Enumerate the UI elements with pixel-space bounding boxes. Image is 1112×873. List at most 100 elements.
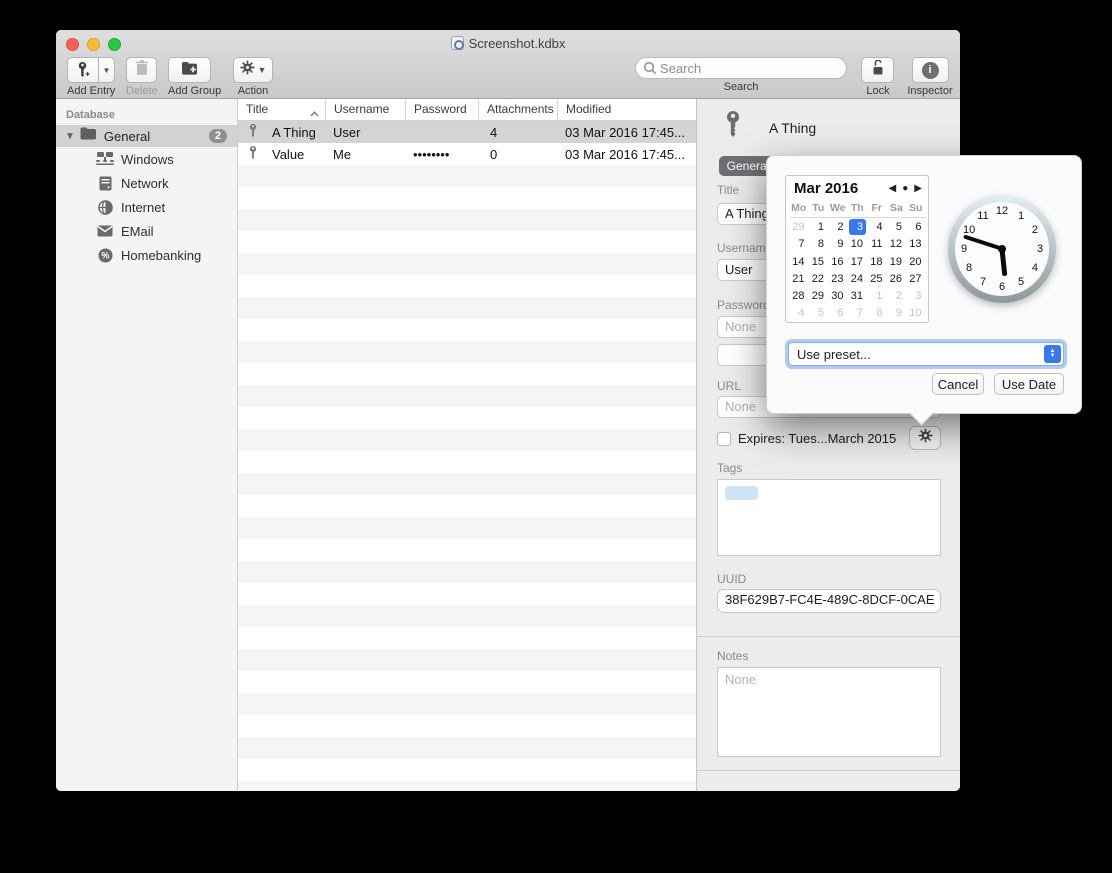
calendar-day[interactable]: 10 xyxy=(848,237,868,254)
clock-number: 8 xyxy=(966,262,972,274)
calendar-next-icon[interactable]: ▶ xyxy=(914,183,922,194)
column-header-username[interactable]: Username xyxy=(325,99,405,120)
calendar-day[interactable]: 21 xyxy=(789,272,809,289)
calendar-day[interactable]: 2 xyxy=(887,289,907,306)
tag-token[interactable] xyxy=(725,486,758,500)
uuid-label: UUID xyxy=(717,572,746,586)
preset-select[interactable]: Use preset... ▲▼ xyxy=(788,342,1064,366)
column-header-modified[interactable]: Modified xyxy=(557,99,696,120)
calendar-day[interactable]: 4 xyxy=(789,306,809,323)
calendar-day[interactable]: 5 xyxy=(887,220,907,237)
notes-field[interactable]: None xyxy=(717,667,941,757)
delete-button[interactable] xyxy=(126,57,157,83)
calendar-day[interactable]: 19 xyxy=(887,255,907,272)
clock-number: 12 xyxy=(996,205,1008,217)
calendar-day[interactable]: 29 xyxy=(809,289,829,306)
calendar-day[interactable]: 6 xyxy=(828,306,848,323)
calendar-day[interactable]: 20 xyxy=(906,255,926,272)
calendar-day[interactable]: 4 xyxy=(867,220,887,237)
calendar-day[interactable]: 23 xyxy=(828,272,848,289)
calendar-day[interactable]: 28 xyxy=(789,289,809,306)
table-row[interactable]: ValueMe••••••••003 Mar 2016 17:45... xyxy=(238,143,696,165)
cancel-button[interactable]: Cancel xyxy=(932,373,984,395)
calendar-day[interactable]: 18 xyxy=(867,255,887,272)
search-input[interactable] xyxy=(635,57,847,79)
calendar-day[interactable]: 13 xyxy=(906,237,926,254)
expires-checkbox[interactable] xyxy=(717,432,731,446)
sidebar-group-list: WindowsNetworkInternetEMail%Homebanking xyxy=(56,147,237,267)
table-header: TitleUsernamePasswordAttachmentsModified xyxy=(238,99,696,121)
calendar-day[interactable]: 9 xyxy=(887,306,907,323)
sidebar-item-homebanking[interactable]: %Homebanking xyxy=(56,243,237,267)
column-header-password[interactable]: Password xyxy=(405,99,478,120)
entry-username-cell: User xyxy=(325,125,405,140)
sidebar-item-windows[interactable]: Windows xyxy=(56,147,237,171)
calendar-week-row: 21222324252627 xyxy=(789,272,926,289)
calendar-day[interactable]: 7 xyxy=(789,237,809,254)
calendar-week-row: 78910111213 xyxy=(789,237,926,254)
expires-gear-button[interactable] xyxy=(909,426,941,450)
add-group-label: Add Group xyxy=(168,85,221,97)
add-group-button[interactable] xyxy=(168,57,211,83)
calendar-day[interactable]: 3 xyxy=(906,289,926,306)
calendar-day[interactable]: 8 xyxy=(809,237,829,254)
empty-row xyxy=(238,737,696,759)
calendar-day[interactable]: 1 xyxy=(867,289,887,306)
entry-table: TitleUsernamePasswordAttachmentsModified… xyxy=(238,99,696,791)
calendar-day[interactable]: 8 xyxy=(867,306,887,323)
selected-day-highlight xyxy=(849,219,866,235)
calendar-grid: 2912345678910111213141516171819202122232… xyxy=(789,220,926,324)
inspector-button[interactable]: i xyxy=(912,57,949,83)
sidebar-item-internet[interactable]: Internet xyxy=(56,195,237,219)
lock-button[interactable] xyxy=(861,57,894,83)
calendar-day[interactable]: 2 xyxy=(828,220,848,237)
weekday-label: Th xyxy=(848,202,868,214)
calendar-day[interactable]: 7 xyxy=(848,306,868,323)
calendar-day[interactable]: 25 xyxy=(867,272,887,289)
calendar-day[interactable]: 11 xyxy=(867,237,887,254)
use-date-button[interactable]: Use Date xyxy=(994,373,1064,395)
calendar-day[interactable]: 24 xyxy=(848,272,868,289)
desktop-background: Screenshot.kdbx ▼ Add Entry xyxy=(0,0,1112,873)
calendar-day[interactable]: 14 xyxy=(789,255,809,272)
key-icon xyxy=(723,111,743,144)
action-button[interactable]: ▼ xyxy=(233,57,273,83)
calendar-day[interactable]: 30 xyxy=(828,289,848,306)
calendar-day[interactable]: 15 xyxy=(809,255,829,272)
tags-box[interactable] xyxy=(717,479,941,556)
calendar-day[interactable]: 17 xyxy=(848,255,868,272)
calendar-day-selected[interactable]: 3 xyxy=(848,220,868,237)
analog-clock[interactable]: 123456789101112 xyxy=(948,195,1056,303)
calendar-day[interactable]: 1 xyxy=(809,220,829,237)
calendar-day[interactable]: 27 xyxy=(906,272,926,289)
calendar-day[interactable]: 12 xyxy=(887,237,907,254)
sidebar-item-general[interactable]: ▼ General 2 xyxy=(56,125,237,147)
empty-row xyxy=(238,275,696,297)
add-entry-dropdown-arrow[interactable]: ▼ xyxy=(98,57,115,83)
entry-count-badge: 2 xyxy=(209,129,227,143)
calendar-today-icon[interactable]: ● xyxy=(902,183,908,194)
calendar-day[interactable]: 16 xyxy=(828,255,848,272)
divider xyxy=(697,636,960,637)
calendar-day[interactable]: 6 xyxy=(906,220,926,237)
calendar-day[interactable]: 29 xyxy=(789,220,809,237)
sidebar-item-email[interactable]: EMail xyxy=(56,219,237,243)
uuid-field[interactable]: 38F629B7-FC4E-489C-8DCF-0CAE xyxy=(717,589,941,613)
disclosure-triangle-icon[interactable]: ▼ xyxy=(65,131,75,142)
add-entry-button[interactable] xyxy=(67,57,98,83)
calendar-day[interactable]: 22 xyxy=(809,272,829,289)
calendar-day[interactable]: 26 xyxy=(887,272,907,289)
calendar-day[interactable]: 9 xyxy=(828,237,848,254)
empty-row xyxy=(238,451,696,473)
calendar-prev-icon[interactable]: ◀ xyxy=(889,183,897,194)
column-header-attachments[interactable]: Attachments xyxy=(478,99,557,120)
minute-hand[interactable] xyxy=(963,235,1002,251)
column-header-title[interactable]: Title xyxy=(238,99,325,120)
sidebar-item-network[interactable]: Network xyxy=(56,171,237,195)
calendar-day[interactable]: 31 xyxy=(848,289,868,306)
select-stepper-icon[interactable]: ▲▼ xyxy=(1044,345,1061,363)
calendar-day[interactable]: 5 xyxy=(809,306,829,323)
calendar-day[interactable]: 10 xyxy=(906,306,926,323)
date-picker-popover: Mar 2016 ◀ ● ▶ MoTuWeThFrSaSu 2912345678… xyxy=(766,155,1082,414)
table-row[interactable]: A ThingUser403 Mar 2016 17:45... xyxy=(238,121,696,143)
